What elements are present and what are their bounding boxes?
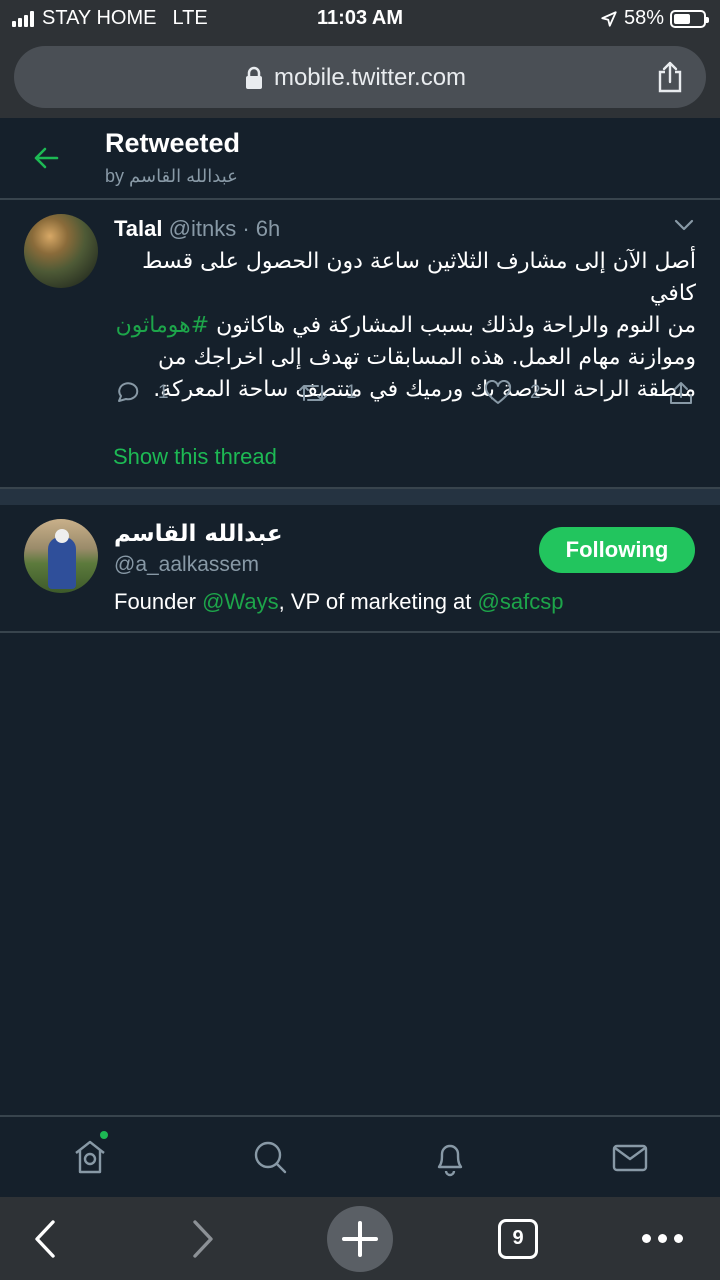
tweet-author-name[interactable]: Talal — [114, 216, 163, 241]
user-card[interactable]: عبدالله القاسم @a_aalkassem Founder @Way… — [0, 505, 720, 633]
chevron-down-icon[interactable] — [674, 218, 694, 232]
battery-icon — [670, 9, 709, 28]
home-icon — [75, 1140, 105, 1174]
tabs-button[interactable]: 9 — [496, 1197, 540, 1280]
status-right: 58% — [600, 7, 709, 30]
section-divider — [0, 487, 720, 505]
mention-link[interactable]: @Ways — [202, 589, 279, 614]
mail-icon — [612, 1144, 648, 1172]
chevron-right-icon — [193, 1219, 213, 1258]
retweet-button[interactable]: 1 — [298, 380, 357, 406]
tweet-author-meta: @itnks · 6h — [168, 216, 281, 241]
more-dots-icon — [641, 1234, 683, 1243]
reply-count: 1 — [158, 382, 169, 403]
more-button[interactable] — [636, 1197, 688, 1280]
tab-count: 9 — [498, 1218, 538, 1259]
tweet[interactable]: Talal @itnks · 6h أصل الآن إلى مشارف الث… — [0, 200, 720, 488]
browser-back-button[interactable] — [20, 1197, 70, 1280]
avatar[interactable] — [24, 214, 98, 288]
following-button[interactable]: Following — [539, 527, 695, 573]
share-icon[interactable] — [656, 60, 684, 94]
status-bar: STAY HOME LTE 11:03 AM 58% — [0, 0, 720, 38]
share-tweet-button[interactable] — [668, 380, 694, 406]
page-header: Retweeted by عبدالله القاسم — [0, 118, 720, 200]
share-icon — [670, 382, 692, 404]
tab-notifications[interactable] — [430, 1137, 470, 1177]
browser-address-area: mobile.twitter.com — [0, 38, 720, 118]
address-bar[interactable]: mobile.twitter.com — [14, 46, 706, 108]
mention-link[interactable]: @safcsp — [478, 589, 564, 614]
avatar[interactable] — [24, 519, 98, 593]
search-icon — [254, 1141, 287, 1174]
chevron-left-icon — [35, 1219, 55, 1258]
user-bio: Founder @Ways, VP of marketing at @safcs… — [114, 589, 563, 615]
notification-dot — [100, 1131, 108, 1139]
page-title: Retweeted — [105, 128, 241, 158]
tab-search[interactable] — [250, 1137, 290, 1177]
tweet-line: من النوم والراحة ولذلك بسبب المشاركة في … — [112, 310, 696, 342]
user-name[interactable]: عبدالله القاسم — [114, 521, 283, 547]
tweet-line: وموازنة مهام العمل. هذه المسابقات تهدف إ… — [157, 345, 696, 370]
bottom-nav — [0, 1115, 720, 1197]
reply-icon — [118, 382, 139, 402]
browser-forward-button[interactable] — [178, 1197, 228, 1280]
tweet-actions: 1 1 2 — [114, 380, 704, 416]
retweet-count: 1 — [346, 382, 357, 403]
location-icon — [601, 10, 617, 27]
user-handle: @a_aalkassem — [114, 553, 260, 576]
like-button[interactable]: 2 — [484, 380, 541, 406]
page-subtitle: by عبدالله القاسم — [105, 166, 238, 186]
browser-toolbar: 9 — [0, 1197, 720, 1280]
tab-messages[interactable] — [610, 1137, 650, 1177]
reply-button[interactable]: 1 — [114, 380, 169, 406]
tweet-header: Talal @itnks · 6h — [114, 216, 280, 242]
tweet-line: أصل الآن إلى مشارف الثلاثين ساعة دون الح… — [142, 249, 696, 306]
like-count: 2 — [530, 382, 541, 403]
show-thread-link[interactable]: Show this thread — [113, 444, 277, 470]
bell-icon — [437, 1144, 463, 1177]
retweet-icon — [299, 385, 327, 401]
back-arrow-icon[interactable] — [32, 144, 60, 172]
new-tab-button[interactable] — [326, 1197, 394, 1280]
bio-text: Founder — [114, 589, 203, 614]
plus-icon — [327, 1205, 393, 1272]
url-text: mobile.twitter.com — [273, 64, 467, 91]
battery-percent: 58% — [623, 7, 664, 29]
hashtag-link[interactable]: #هوماثون — [116, 313, 210, 338]
tab-home[interactable] — [70, 1131, 110, 1177]
bio-text: , VP of marketing at — [278, 589, 478, 614]
tweet-line-text: من النوم والراحة ولذلك بسبب المشاركة في … — [216, 313, 696, 338]
heart-icon — [484, 380, 512, 404]
